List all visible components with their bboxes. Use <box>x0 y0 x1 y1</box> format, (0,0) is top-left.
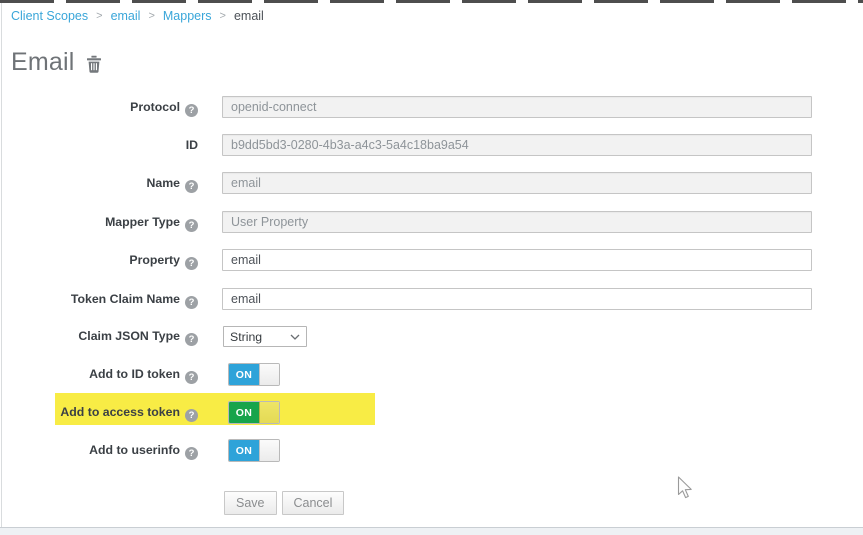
help-icon[interactable]: ? <box>185 104 198 117</box>
property-input[interactable] <box>222 249 812 271</box>
breadcrumb-current-email: email <box>234 9 264 23</box>
toggle-on-label: ON <box>229 402 259 423</box>
add-to-id-token-toggle[interactable]: ON <box>228 363 280 386</box>
add-to-id-token-label: Add to ID token? <box>0 363 198 386</box>
help-icon[interactable]: ? <box>185 296 198 309</box>
help-icon[interactable]: ? <box>185 257 198 270</box>
claim-json-type-select[interactable]: String <box>223 326 307 347</box>
breadcrumb-email-scope[interactable]: email <box>111 9 141 23</box>
help-icon[interactable]: ? <box>185 180 198 193</box>
token-claim-name-label: Token Claim Name? <box>0 288 198 310</box>
breadcrumb-separator: > <box>148 10 154 22</box>
selected-option: String <box>230 330 262 344</box>
help-icon[interactable]: ? <box>185 333 198 346</box>
breadcrumb: Client Scopes > email > Mappers > email <box>11 9 264 23</box>
toggle-on-label: ON <box>229 440 259 461</box>
add-to-access-token-toggle[interactable]: ON <box>228 401 280 424</box>
toggle-on-label: ON <box>229 364 259 385</box>
help-icon[interactable]: ? <box>185 409 198 422</box>
add-to-userinfo-label: Add to userinfo? <box>0 439 198 462</box>
save-button[interactable]: Save <box>224 491 277 515</box>
horizontal-scrollbar[interactable] <box>0 527 863 535</box>
id-input <box>222 134 812 156</box>
mapper-type-label: Mapper Type? <box>0 211 198 233</box>
help-icon[interactable]: ? <box>185 447 198 460</box>
breadcrumb-separator: > <box>96 10 102 22</box>
cancel-button[interactable]: Cancel <box>282 491 345 515</box>
token-claim-name-input[interactable] <box>222 288 812 310</box>
breadcrumb-client-scopes[interactable]: Client Scopes <box>11 9 88 23</box>
name-label: Name? <box>0 172 198 194</box>
form-actions: Save Cancel <box>224 491 349 515</box>
claim-json-type-label: Claim JSON Type? <box>0 326 198 347</box>
clipped-navbar-edge <box>0 0 863 3</box>
id-label: ID <box>0 134 198 156</box>
name-input <box>222 172 812 194</box>
protocol-label: Protocol? <box>0 96 198 118</box>
breadcrumb-separator: > <box>220 10 226 22</box>
page-header: Email <box>11 48 102 77</box>
breadcrumb-mappers[interactable]: Mappers <box>163 9 212 23</box>
chevron-down-icon <box>290 334 300 340</box>
mouse-cursor-icon <box>677 476 695 505</box>
trash-icon[interactable] <box>86 55 102 73</box>
mapper-detail-page: Client Scopes > email > Mappers > email … <box>0 0 863 535</box>
mapper-type-input <box>222 211 812 233</box>
protocol-input <box>222 96 812 118</box>
help-icon[interactable]: ? <box>185 371 198 384</box>
property-label: Property? <box>0 249 198 271</box>
toggle-handle <box>259 440 279 461</box>
page-title: Email <box>11 48 75 77</box>
toggle-handle <box>259 364 279 385</box>
add-to-access-token-label: Add to access token? <box>0 401 198 424</box>
toggle-handle <box>259 402 279 423</box>
help-icon[interactable]: ? <box>185 219 198 232</box>
add-to-userinfo-toggle[interactable]: ON <box>228 439 280 462</box>
